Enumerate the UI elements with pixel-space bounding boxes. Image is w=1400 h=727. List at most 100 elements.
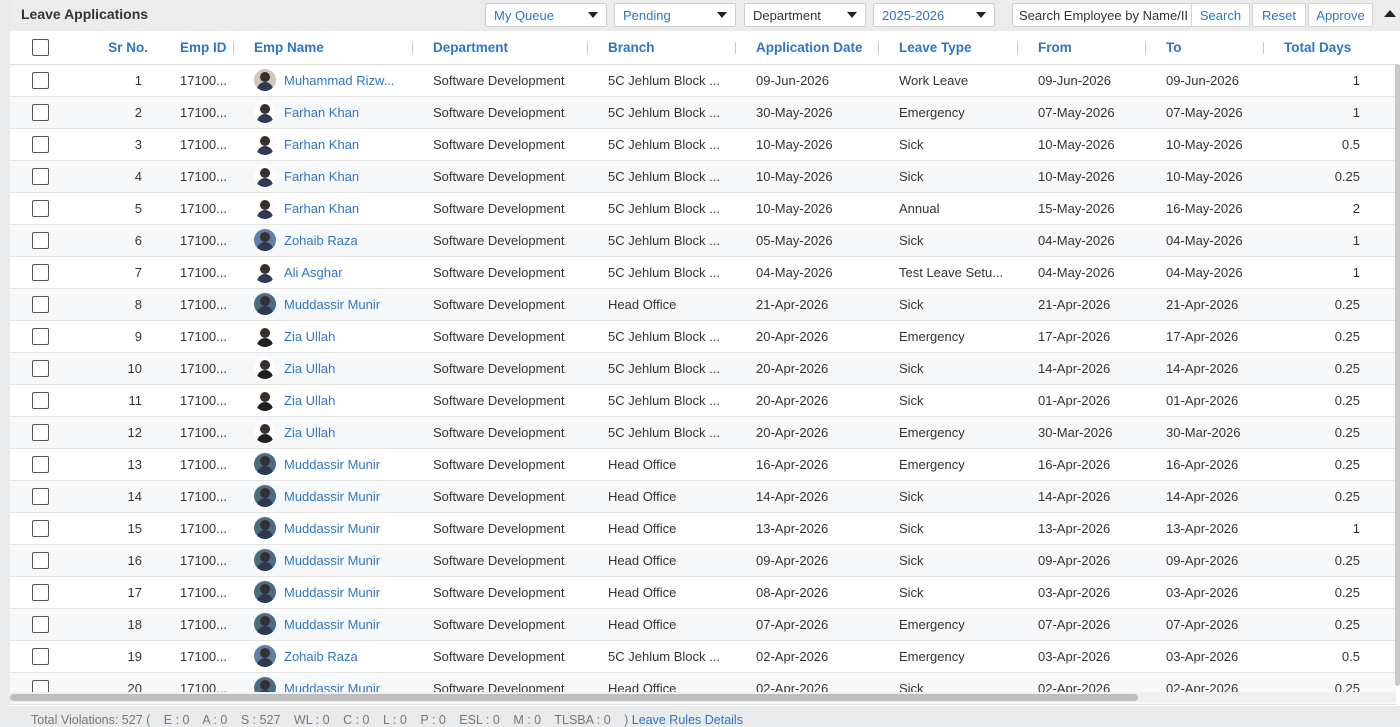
checkbox-icon[interactable] (31, 615, 49, 633)
column-header-sr-no[interactable]: Sr No. (70, 31, 148, 65)
emp-name-link[interactable]: Zia Ullah (284, 425, 335, 440)
checkbox-icon[interactable] (31, 263, 49, 281)
emp-name-link[interactable]: Zia Ullah (284, 393, 335, 408)
table-row[interactable]: 7 17100... Ali Asghar Software Development 5… (10, 256, 1396, 289)
emp-name-link[interactable]: Farhan Khan (284, 169, 359, 184)
row-checkbox[interactable] (10, 192, 70, 225)
checkbox-icon[interactable] (31, 103, 49, 121)
emp-name-link[interactable]: Muddassir Munir (284, 521, 380, 536)
table-row[interactable]: 9 17100... Zia Ullah Software Development 5C… (10, 320, 1396, 353)
column-header-leave-type[interactable]: Leave Type (879, 31, 1018, 65)
row-checkbox[interactable] (10, 384, 70, 417)
row-checkbox[interactable] (10, 160, 70, 193)
row-checkbox[interactable] (10, 416, 70, 449)
column-header-total-days[interactable]: Total Days (1264, 31, 1396, 65)
select-all-checkbox[interactable] (10, 31, 70, 65)
checkbox-icon[interactable] (31, 135, 49, 153)
checkbox-icon[interactable] (31, 295, 49, 313)
approve-button[interactable]: Approve (1308, 3, 1373, 27)
checkbox-icon[interactable] (31, 231, 49, 249)
emp-name-link[interactable]: Farhan Khan (284, 105, 359, 120)
table-row[interactable]: 6 17100... Zohaib Raza Software Development… (10, 224, 1396, 257)
row-checkbox[interactable] (10, 640, 70, 673)
table-row[interactable]: 14 17100... Muddassir Munir Software Develo… (10, 480, 1396, 513)
table-row[interactable]: 18 17100... Muddassir Munir Software Develo… (10, 608, 1396, 641)
row-checkbox[interactable] (10, 608, 70, 641)
checkbox-icon[interactable] (31, 487, 49, 505)
table-row[interactable]: 5 17100... Farhan Khan Software Development… (10, 192, 1396, 225)
checkbox-icon[interactable] (31, 391, 49, 409)
checkbox-icon[interactable] (31, 455, 49, 473)
emp-name-link[interactable]: Muddassir Munir (284, 297, 380, 312)
caret-up-icon[interactable] (1384, 10, 1396, 17)
checkbox-icon[interactable] (31, 551, 49, 569)
table-row[interactable]: 4 17100... Farhan Khan Software Development… (10, 160, 1396, 193)
column-header-emp-name[interactable]: Emp Name (234, 31, 413, 65)
queue-dropdown[interactable]: My Queue (485, 3, 607, 27)
table-row[interactable]: 13 17100... Muddassir Munir Software Develo… (10, 448, 1396, 481)
emp-name-link[interactable]: Muddassir Munir (284, 553, 380, 568)
row-checkbox[interactable] (10, 64, 70, 97)
row-checkbox[interactable] (10, 512, 70, 545)
status-dropdown[interactable]: Pending (614, 3, 736, 27)
checkbox-icon[interactable] (31, 38, 49, 56)
checkbox-icon[interactable] (31, 519, 49, 537)
checkbox-icon[interactable] (31, 167, 49, 185)
checkbox-icon[interactable] (31, 423, 49, 441)
table-row[interactable]: 19 17100... Zohaib Raza Software Developmen… (10, 640, 1396, 673)
row-checkbox[interactable] (10, 224, 70, 257)
checkbox-icon[interactable] (31, 71, 49, 89)
table-row[interactable]: 1 17100... Muhammad Rizw... Software Develo… (10, 64, 1396, 97)
emp-name-link[interactable]: Muhammad Rizw... (284, 73, 395, 88)
column-header-from[interactable]: From (1018, 31, 1146, 65)
emp-name-link[interactable]: Muddassir Munir (284, 617, 380, 632)
row-checkbox[interactable] (10, 352, 70, 385)
row-checkbox[interactable] (10, 96, 70, 129)
emp-name-link[interactable]: Zohaib Raza (284, 649, 358, 664)
row-checkbox[interactable] (10, 480, 70, 513)
row-checkbox[interactable] (10, 128, 70, 161)
row-checkbox[interactable] (10, 544, 70, 577)
row-checkbox[interactable] (10, 576, 70, 609)
table-row[interactable]: 12 17100... Zia Ullah Software Development 5… (10, 416, 1396, 449)
emp-name-link[interactable]: Zia Ullah (284, 361, 335, 376)
row-checkbox[interactable] (10, 288, 70, 321)
emp-name-link[interactable]: Farhan Khan (284, 201, 359, 216)
vertical-scrollbar[interactable] (1395, 64, 1400, 686)
checkbox-icon[interactable] (31, 359, 49, 377)
table-row[interactable]: 11 17100... Zia Ullah Software Development 5… (10, 384, 1396, 417)
table-row[interactable]: 8 17100... Muddassir Munir Software Develop… (10, 288, 1396, 321)
leave-rules-details-link[interactable]: Leave Rules Details (632, 713, 743, 727)
checkbox-icon[interactable] (31, 199, 49, 217)
department-dropdown[interactable]: Department (744, 3, 866, 27)
horizontal-scrollbar-thumb[interactable] (10, 694, 1138, 701)
table-row[interactable]: 15 17100... Muddassir Munir Software Develo… (10, 512, 1396, 545)
row-checkbox[interactable] (10, 256, 70, 289)
checkbox-icon[interactable] (31, 327, 49, 345)
emp-name-link[interactable]: Muddassir Munir (284, 489, 380, 504)
emp-name-link[interactable]: Muddassir Munir (284, 585, 380, 600)
table-row[interactable]: 10 17100... Zia Ullah Software Development 5… (10, 352, 1396, 385)
emp-name-link[interactable]: Muddassir Munir (284, 457, 380, 472)
table-row[interactable]: 3 17100... Farhan Khan Software Development… (10, 128, 1396, 161)
column-header-emp-id[interactable]: Emp ID (148, 31, 234, 65)
column-header-department[interactable]: Department (413, 31, 588, 65)
emp-name-link[interactable]: Ali Asghar (284, 265, 343, 280)
column-header-to[interactable]: To (1146, 31, 1264, 65)
checkbox-icon[interactable] (31, 583, 49, 601)
row-checkbox[interactable] (10, 448, 70, 481)
search-button[interactable]: Search (1191, 3, 1250, 27)
emp-name-link[interactable]: Zia Ullah (284, 329, 335, 344)
table-row[interactable]: 17 17100... Muddassir Munir Software Develo… (10, 576, 1396, 609)
year-dropdown[interactable]: 2025-2026 (873, 3, 995, 27)
column-header-branch[interactable]: Branch (588, 31, 736, 65)
column-header-application-date[interactable]: Application Date (736, 31, 879, 65)
emp-name-link[interactable]: Zohaib Raza (284, 233, 358, 248)
row-checkbox[interactable] (10, 320, 70, 353)
checkbox-icon[interactable] (31, 647, 49, 665)
search-input[interactable] (1012, 3, 1194, 27)
table-row[interactable]: 2 17100... Farhan Khan Software Development… (10, 96, 1396, 129)
table-row[interactable]: 16 17100... Muddassir Munir Software Develo… (10, 544, 1396, 577)
emp-name-link[interactable]: Farhan Khan (284, 137, 359, 152)
reset-button[interactable]: Reset (1252, 3, 1306, 27)
